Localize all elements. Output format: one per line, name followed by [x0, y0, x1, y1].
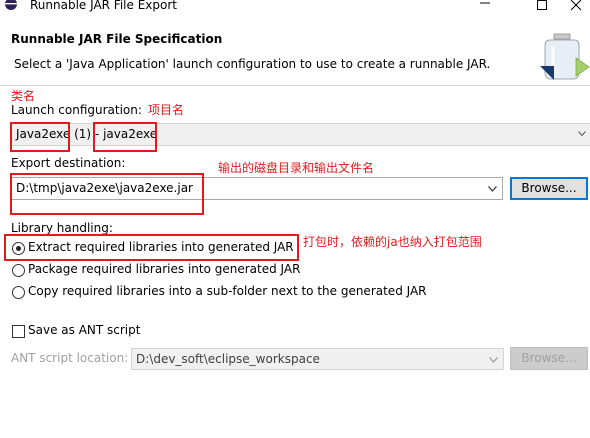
close-icon: [570, 0, 582, 10]
radio-package-libraries[interactable]: [12, 264, 25, 277]
radio-extract-libraries[interactable]: [12, 242, 25, 255]
maximize-button[interactable]: [527, 0, 557, 14]
radio-copy-libraries[interactable]: [12, 286, 25, 299]
title-bar: Runnable JAR File Export: [0, 0, 590, 14]
page-title: Runnable JAR File Specification: [11, 32, 223, 46]
wizard-form: 类名 Launch configuration: 项目名 Java2exe (1…: [0, 87, 590, 438]
wizard-header: Runnable JAR File Specification Select a…: [0, 14, 590, 86]
chevron-down-icon: [578, 131, 586, 137]
jar-export-icon: [540, 33, 590, 80]
eclipse-app-icon: [5, 0, 17, 10]
library-handling-label: Library handling:: [11, 221, 113, 235]
chevron-down-icon: [488, 186, 497, 192]
annotation-output: 输出的磁盘目录和输出文件名: [218, 161, 375, 175]
browse-export-button[interactable]: Browse...: [510, 177, 588, 200]
page-description: Select a 'Java Application' launch confi…: [14, 57, 491, 71]
radio-extract-label[interactable]: Extract required libraries into generate…: [28, 240, 294, 254]
minimize-icon: [480, 2, 490, 3]
radio-package-label[interactable]: Package required libraries into generate…: [28, 262, 300, 276]
annotation-project-name: 项目名: [148, 103, 185, 117]
launch-config-select[interactable]: Java2exe (1) - java2exe: [10, 123, 590, 146]
ant-location-value: D:\dev_soft\eclipse_workspace: [136, 352, 320, 366]
save-ant-script-checkbox[interactable]: [12, 325, 25, 338]
export-destination-value: D:\tmp\java2exe\java2exe.jar: [16, 181, 193, 195]
annotation-package: 打包时，依赖的ja也纳入打包范围: [303, 235, 482, 249]
launch-config-label: Launch configuration:: [11, 103, 142, 117]
save-ant-script-label[interactable]: Save as ANT script: [28, 323, 140, 337]
export-destination-label: Export destination:: [11, 156, 126, 170]
launch-config-value: Java2exe (1) - java2exe: [16, 127, 158, 141]
window-title: Runnable JAR File Export: [30, 0, 177, 12]
ant-location-select[interactable]: D:\dev_soft\eclipse_workspace: [131, 348, 504, 370]
maximize-icon: [537, 0, 547, 10]
ant-location-label: ANT script location:: [11, 351, 129, 365]
minimize-button[interactable]: [470, 0, 500, 14]
radio-copy-label[interactable]: Copy required libraries into a sub-folde…: [28, 284, 427, 298]
browse-ant-button[interactable]: Browse...: [510, 347, 588, 370]
chevron-down-icon: [489, 357, 498, 363]
export-destination-select[interactable]: D:\tmp\java2exe\java2exe.jar: [10, 177, 503, 200]
close-button[interactable]: [561, 0, 590, 14]
annotation-class-name: 类名: [11, 89, 36, 103]
